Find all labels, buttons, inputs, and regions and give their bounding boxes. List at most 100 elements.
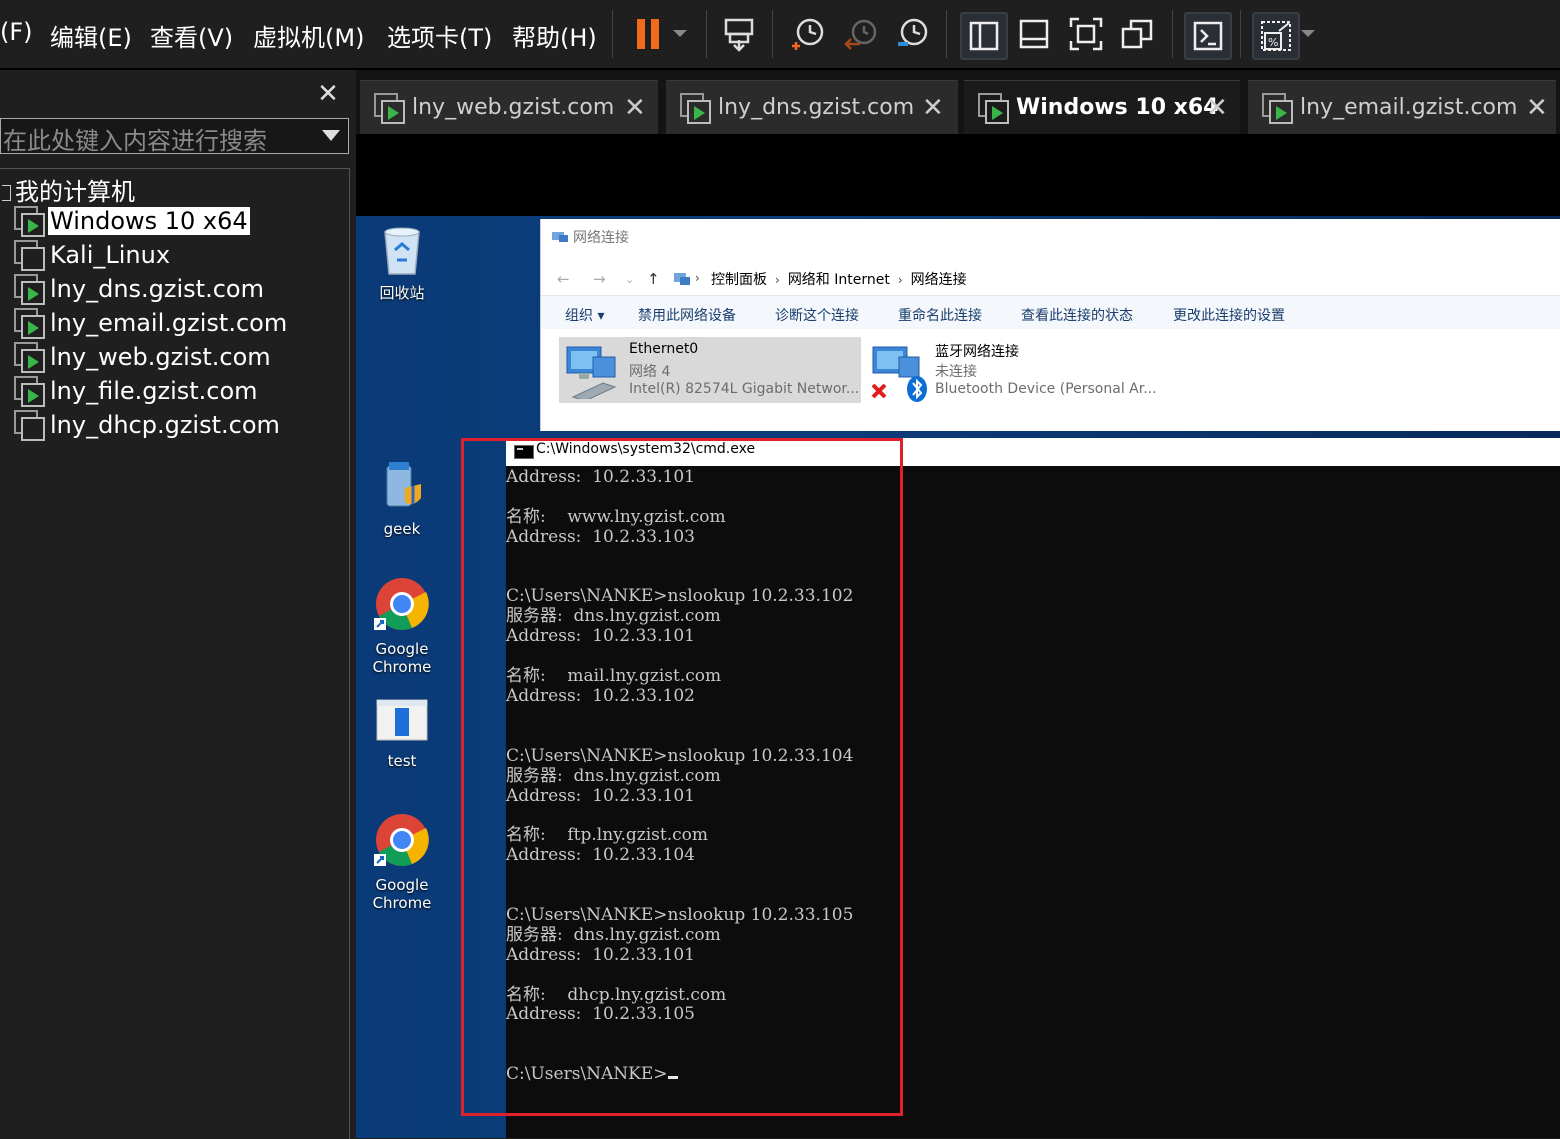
cmd-line: Address: 10.2.33.101 [506,944,695,965]
cmd-line: Address: 10.2.33.102 [506,685,695,706]
tab-lny-email[interactable]: lny_email.gzist.com ✕ [1248,80,1556,135]
close-icon[interactable]: ✕ [1526,93,1548,123]
tree-item-lny-email[interactable]: lny_email.gzist.com [14,307,289,339]
tree-root-my-computer[interactable]: 我的计算机 [2,172,135,207]
window-title: 网络连接 [551,227,629,247]
change-settings-button[interactable]: 更改此连接的设置 [1173,305,1285,325]
vm-running-icon [978,93,1009,124]
vm-running-icon [374,93,405,124]
connection-device: Intel(R) 82574L Gigabit Networ... [629,381,860,397]
back-arrow-icon[interactable]: ← [557,270,570,288]
unity-icon[interactable] [1116,12,1160,56]
desktop-icon-geek[interactable]: geek [362,458,442,538]
tab-lny-dns[interactable]: lny_dns.gzist.com ✕ [666,80,958,135]
desktop-icon-test[interactable]: test [362,698,442,770]
desktop-icon-chrome-1[interactable]: Google Chrome [362,576,442,676]
view-status-button[interactable]: 查看此连接的状态 [1021,305,1133,325]
cmd-title-bar[interactable]: C:\Windows\system32\cmd.exe [506,438,1560,466]
vm-running-icon [14,274,45,305]
cmd-window-title: C:\Windows\system32\cmd.exe [536,441,756,457]
chrome-icon [374,578,429,630]
dropdown-arrow-icon[interactable] [662,12,698,56]
show-library-icon[interactable] [960,12,1008,60]
cmd-line: 服务器: dns.lny.gzist.com [506,924,721,945]
send-ctrl-alt-del-icon[interactable] [718,12,762,56]
dropdown-arrow-icon[interactable] [1294,12,1322,56]
bluetooth-adapter-icon [871,346,927,402]
recent-locations-icon[interactable]: ⌄ [625,273,634,286]
cmd-output: Address: 10.2.33.101 名称: www.lny.gzist.c… [506,467,854,1085]
cmd-console[interactable]: Address: 10.2.33.101 名称: www.lny.gzist.c… [506,466,1560,1138]
cmd-line: C:\Users\NANKE>nslookup 10.2.33.102 [506,586,854,607]
text-file-icon [376,699,428,741]
tab-windows10[interactable]: Windows 10 x64 ✕ [964,80,1240,135]
collapse-icon[interactable] [2,185,11,201]
fullscreen-icon[interactable] [1064,12,1108,56]
tab-label: lny_dns.gzist.com [718,95,915,120]
menu-help[interactable]: 帮助(H) [512,18,597,53]
tree-item-label: Windows 10 x64 [48,207,250,235]
vm-tab-bar: lny_web.gzist.com ✕ lny_dns.gzist.com ✕ … [356,70,1560,135]
snapshot-icon[interactable] [786,12,830,56]
forward-arrow-icon[interactable]: → [593,270,606,288]
menu-vm[interactable]: 虚拟机(M) [253,18,364,53]
tree-item-label: lny_web.gzist.com [50,343,271,371]
tree-item-label: lny_email.gzist.com [50,309,288,337]
close-icon[interactable]: ✕ [316,81,340,107]
tree-item-lny-dhcp[interactable]: lny_dhcp.gzist.com [14,409,282,441]
tab-lny-web[interactable]: lny_web.gzist.com ✕ [360,80,658,135]
vm-running-icon [680,93,711,124]
text-cursor [667,1076,678,1080]
autofit-guest-icon[interactable]: % [1252,12,1300,60]
disable-device-button[interactable]: 禁用此网络设备 [638,305,736,325]
close-icon[interactable]: ✕ [922,93,944,123]
menu-file[interactable]: (F) [0,18,33,46]
snapshot-manager-icon[interactable] [890,12,934,56]
connection-bluetooth[interactable]: 蓝牙网络连接 未连接 Bluetooth Device (Personal Ar… [865,337,1165,403]
organize-button[interactable]: 组织 ▾ [565,305,604,325]
connection-ethernet0[interactable]: Ethernet0 网络 4 Intel(R) 82574L Gigabit N… [559,337,861,403]
connection-name: 蓝牙网络连接 [935,344,1019,360]
cmd-line: C:\Users\NANKE>nslookup 10.2.33.104 [506,745,854,766]
tree-item-lny-web[interactable]: lny_web.gzist.com [14,341,273,373]
console-view-icon[interactable] [1184,12,1232,60]
vm-icon [14,410,45,441]
breadcrumb-item[interactable]: 网络连接 [911,272,967,288]
desktop-icon-label: Google Chrome [372,876,432,912]
tree-item-kali[interactable]: Kali_Linux [14,239,172,271]
cmd-line: Address: 10.2.33.101 [506,467,695,487]
cmd-line: 名称: ftp.lny.gzist.com [506,825,708,846]
menu-tabs[interactable]: 选项卡(T) [387,18,492,53]
up-arrow-icon[interactable]: ↑ [647,270,660,288]
desktop-icon-chrome-2[interactable]: Google Chrome [362,812,442,912]
thumbnail-bar-icon[interactable] [1012,12,1056,56]
desktop-icon-label: test [387,752,417,770]
tab-label: lny_web.gzist.com [412,95,615,120]
menu-view[interactable]: 查看(V) [150,18,233,53]
breadcrumb-item[interactable]: 网络和 Internet [788,272,890,288]
vm-icon [14,240,45,271]
desktop-icon-recycle-bin[interactable]: 回收站 [362,222,442,302]
tab-label: lny_email.gzist.com [1300,95,1518,120]
chevron-down-icon[interactable] [322,130,340,141]
diagnose-button[interactable]: 诊断这个连接 [775,305,859,325]
close-icon[interactable]: ✕ [624,93,646,123]
library-search-input[interactable]: 在此处键入内容进行搜索 [0,118,349,155]
breadcrumb-item[interactable]: 控制面板 [711,272,767,288]
cmd-line: 名称: dhcp.lny.gzist.com [506,984,727,1005]
tree-item-windows10[interactable]: Windows 10 x64 [14,205,250,237]
menu-edit[interactable]: 编辑(E) [50,18,132,53]
close-icon[interactable]: ✕ [1206,93,1228,123]
network-connections-window: 网络连接 ← → ⌄ ↑ › 控制面板 › 网络和 Internet › 网络连接 组织… [540,219,1560,431]
tree-item-lny-dns[interactable]: lny_dns.gzist.com [14,273,266,305]
revert-snapshot-icon[interactable] [838,12,882,56]
tree-item-lny-file[interactable]: lny_file.gzist.com [14,375,260,407]
rename-button[interactable]: 重命名此连接 [898,305,982,325]
vm-console-top [356,134,1560,216]
cmd-line: Address: 10.2.33.105 [506,1004,695,1025]
connection-device: Bluetooth Device (Personal Ar... [935,381,1157,397]
chrome-icon [374,814,429,866]
connection-network: 网络 4 [629,364,671,380]
cmd-line: 名称: www.lny.gzist.com [506,506,726,527]
cmd-line: C:\Users\NANKE> [506,1064,668,1085]
